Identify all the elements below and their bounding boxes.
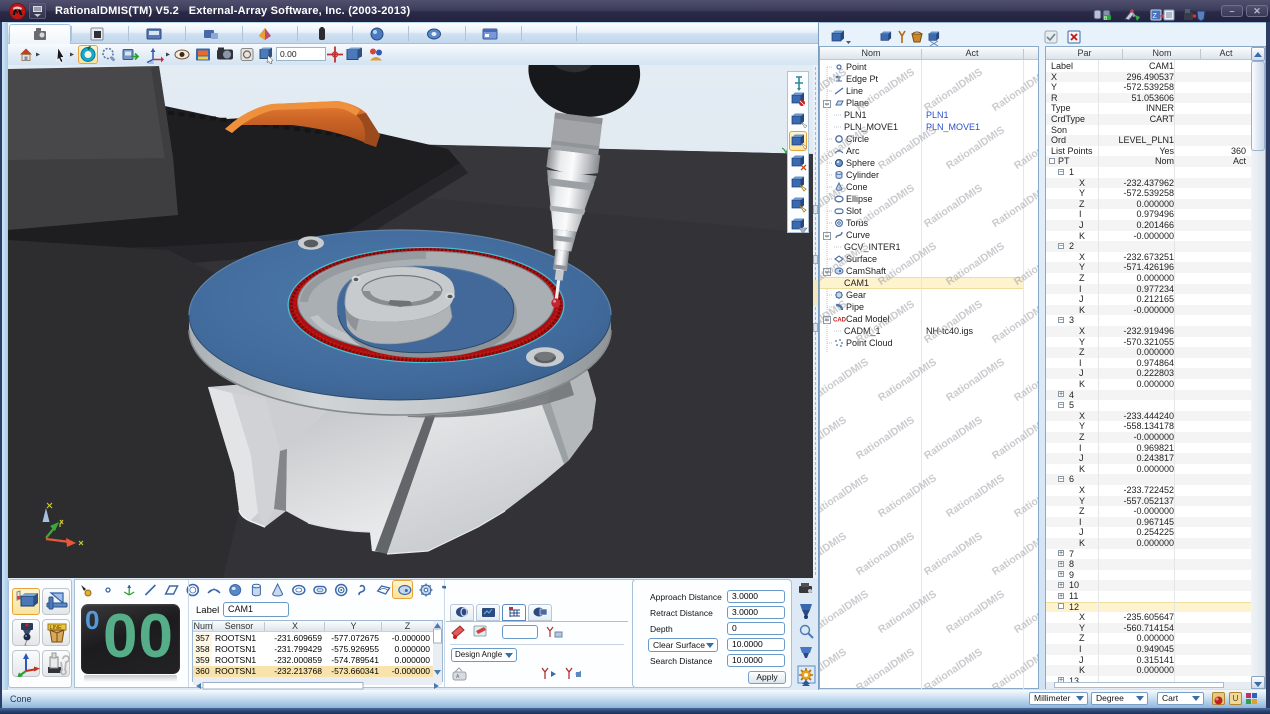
svg-text:csc: csc (148, 60, 154, 65)
svg-text:Z: Z (1153, 13, 1158, 20)
svg-text:CAD: CAD (833, 318, 847, 324)
